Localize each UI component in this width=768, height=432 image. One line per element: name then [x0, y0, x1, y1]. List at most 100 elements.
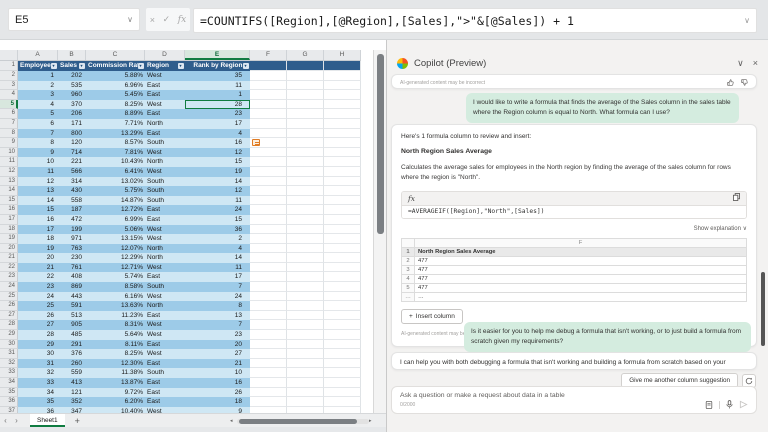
row-header-8[interactable]: 8 [0, 129, 18, 139]
cell[interactable]: 485 [58, 330, 86, 340]
collapse-panel-icon[interactable]: ∨ [737, 58, 744, 69]
cell[interactable] [287, 129, 324, 139]
row-header-1[interactable]: 1 [0, 61, 18, 71]
cell[interactable]: West [145, 320, 185, 330]
cell[interactable] [324, 263, 361, 273]
filter-dropdown-icon[interactable]: ▾ [79, 63, 85, 69]
cell[interactable] [250, 205, 287, 215]
cell[interactable] [324, 81, 361, 91]
cell[interactable] [324, 359, 361, 369]
cell[interactable]: 413 [58, 378, 86, 388]
cell[interactable] [324, 301, 361, 311]
cell[interactable]: West [145, 225, 185, 235]
enter-icon[interactable]: ✓ [163, 14, 171, 25]
cell[interactable] [250, 129, 287, 139]
cell[interactable] [287, 81, 324, 91]
cell[interactable] [324, 167, 361, 177]
row-header-7[interactable]: 7 [0, 119, 18, 129]
cell[interactable]: 171 [58, 119, 86, 129]
column-header-G[interactable]: G [287, 50, 324, 60]
cell[interactable] [287, 253, 324, 263]
cell[interactable] [324, 61, 361, 71]
cell[interactable] [250, 71, 287, 81]
cell[interactable]: 11.23% [86, 311, 145, 321]
cell[interactable] [324, 100, 361, 110]
cell[interactable]: 24 [185, 205, 250, 215]
cell[interactable] [287, 282, 324, 292]
row-header-26[interactable]: 26 [0, 301, 18, 311]
horizontal-scrollbar-thumb[interactable] [239, 419, 357, 424]
close-panel-icon[interactable]: × [753, 58, 758, 69]
cell[interactable] [287, 368, 324, 378]
cell[interactable]: 8 [18, 138, 58, 148]
cell[interactable] [287, 234, 324, 244]
cell[interactable]: 2 [185, 234, 250, 244]
cell[interactable] [287, 186, 324, 196]
cell[interactable] [324, 368, 361, 378]
cell[interactable] [287, 263, 324, 273]
cell[interactable]: 6.16% [86, 292, 145, 302]
row-header-27[interactable]: 27 [0, 311, 18, 321]
column-header-A[interactable]: A [18, 50, 58, 60]
cell[interactable] [324, 119, 361, 129]
cell[interactable] [250, 340, 287, 350]
cell[interactable]: 11 [18, 167, 58, 177]
cell[interactable]: 12 [18, 177, 58, 187]
cell[interactable]: 376 [58, 349, 86, 359]
vertical-scrollbar[interactable] [373, 50, 386, 413]
cell[interactable]: 18 [18, 234, 58, 244]
cell[interactable] [324, 244, 361, 254]
row-header-12[interactable]: 12 [0, 167, 18, 177]
horizontal-scrollbar-track[interactable] [237, 419, 369, 424]
cell[interactable]: 22 [18, 272, 58, 282]
cell[interactable]: 187 [58, 205, 86, 215]
cell[interactable]: West [145, 234, 185, 244]
filter-dropdown-icon[interactable]: ▾ [178, 63, 184, 69]
cell[interactable]: South [145, 196, 185, 206]
next-sheet-icon[interactable]: › [11, 416, 22, 425]
cell[interactable]: 16 [185, 138, 250, 148]
cell[interactable]: North [145, 244, 185, 254]
cell[interactable] [287, 301, 324, 311]
cell[interactable]: 4 [185, 244, 250, 254]
cell[interactable]: 905 [58, 320, 86, 330]
cell[interactable]: 960 [58, 90, 86, 100]
cell[interactable]: 8.25% [86, 100, 145, 110]
cell[interactable] [324, 186, 361, 196]
cell[interactable]: 34 [18, 388, 58, 398]
cell[interactable]: 5.74% [86, 272, 145, 282]
cell[interactable] [287, 177, 324, 187]
cell[interactable] [250, 177, 287, 187]
cell[interactable]: East [145, 129, 185, 139]
cell[interactable] [250, 359, 287, 369]
cell[interactable]: 120 [58, 138, 86, 148]
cell[interactable] [250, 215, 287, 225]
cell[interactable] [287, 244, 324, 254]
scroll-left-icon[interactable]: ◂ [230, 418, 237, 424]
cell[interactable]: East [145, 388, 185, 398]
cell[interactable] [324, 138, 361, 148]
cell[interactable] [287, 292, 324, 302]
cell[interactable]: North [145, 253, 185, 263]
scroll-right-icon[interactable]: ▸ [369, 418, 376, 424]
column-header-C[interactable]: C [86, 50, 145, 60]
cell[interactable]: 714 [58, 148, 86, 158]
cell[interactable]: West [145, 148, 185, 158]
cell[interactable] [250, 90, 287, 100]
cell[interactable]: 26 [185, 388, 250, 398]
cell[interactable] [287, 311, 324, 321]
cell[interactable]: 869 [58, 282, 86, 292]
cell[interactable]: 33 [18, 378, 58, 388]
cell[interactable] [324, 215, 361, 225]
formula-bar[interactable]: =COUNTIFS([Region],[@Region],[Sales],">"… [193, 8, 757, 33]
vertical-scrollbar-thumb[interactable] [377, 54, 384, 234]
cell[interactable]: 14 [185, 253, 250, 263]
cell[interactable] [250, 368, 287, 378]
cell[interactable] [250, 119, 287, 129]
insert-column-button[interactable]: + Insert column [401, 309, 463, 324]
cell[interactable]: South [145, 282, 185, 292]
cell[interactable]: 8.57% [86, 138, 145, 148]
cell[interactable]: West [145, 292, 185, 302]
cell[interactable]: 4 [18, 100, 58, 110]
filter-dropdown-icon[interactable]: ▾ [243, 63, 249, 69]
